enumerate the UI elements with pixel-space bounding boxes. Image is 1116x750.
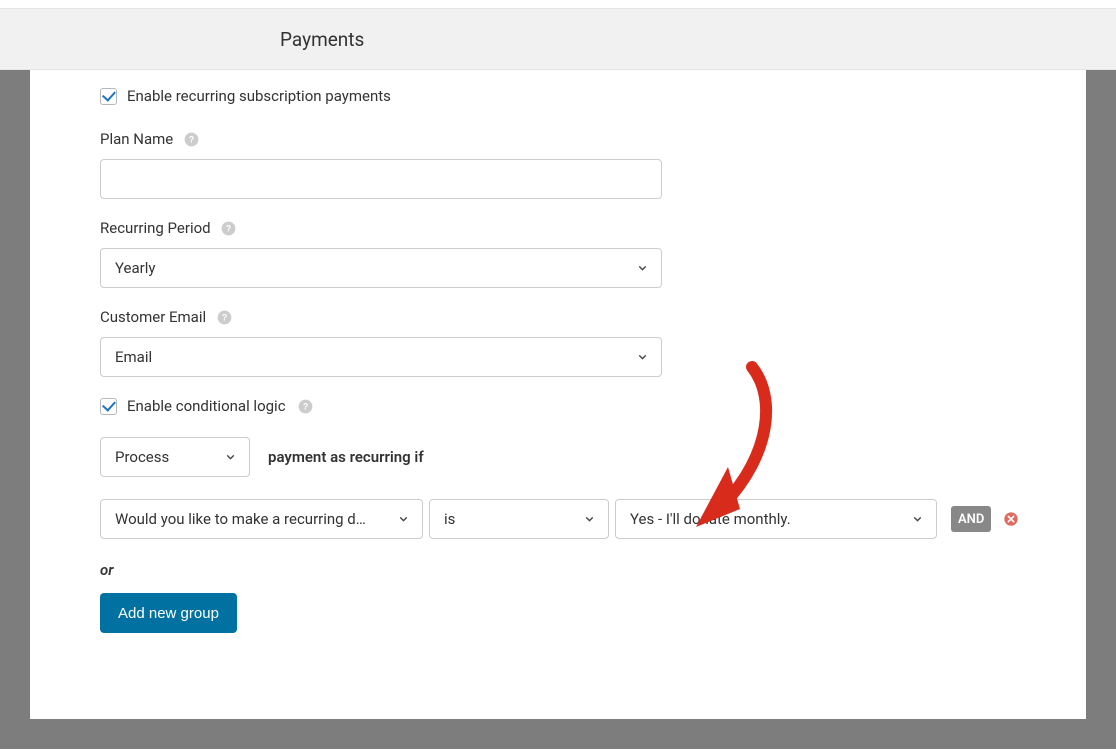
settings-panel: Enable recurring subscription payments P… (30, 69, 1086, 719)
enable-recurring-label: Enable recurring subscription payments (127, 87, 391, 105)
chevron-down-icon (636, 351, 649, 364)
customer-email-label: Customer Email ? (100, 308, 1086, 326)
chevron-down-icon (911, 513, 924, 526)
plan-name-input[interactable] (100, 159, 662, 199)
tab-title: Payments (280, 28, 364, 51)
svg-text:?: ? (303, 401, 308, 411)
chevron-down-icon (636, 262, 649, 275)
logic-action-select[interactable]: Process (100, 437, 250, 477)
enable-recurring-checkbox[interactable] (100, 88, 117, 105)
rule-value-select[interactable]: Yes - I'll donate monthly. (615, 499, 937, 539)
enable-conditional-row: Enable conditional logic ? (100, 397, 1086, 415)
plan-name-label: Plan Name ? (100, 130, 1086, 148)
settings-frame: Enable recurring subscription payments P… (0, 69, 1116, 749)
remove-rule-icon[interactable] (1002, 510, 1020, 528)
recurring-period-select[interactable]: Yearly (100, 248, 662, 288)
enable-conditional-label: Enable conditional logic (127, 397, 286, 415)
logic-sentence: payment as recurring if (268, 448, 424, 466)
enable-recurring-row: Enable recurring subscription payments (100, 87, 1086, 105)
recurring-period-label: Recurring Period ? (100, 219, 1086, 237)
tab-bar: Payments (0, 8, 1116, 70)
enable-conditional-checkbox[interactable] (100, 398, 117, 415)
rule-operator-select[interactable]: is (429, 499, 609, 539)
svg-text:?: ? (221, 312, 226, 322)
help-icon[interactable]: ? (298, 398, 314, 414)
rule-field-select[interactable]: Would you like to make a recurring d… (100, 499, 423, 539)
customer-email-select[interactable]: Email (100, 337, 662, 377)
rule-row: Would you like to make a recurring d… is… (100, 499, 1086, 539)
or-label: or (100, 561, 1086, 579)
add-new-group-button[interactable]: Add new group (100, 593, 237, 633)
svg-text:?: ? (189, 134, 194, 144)
chevron-down-icon (583, 513, 596, 526)
svg-text:?: ? (226, 223, 231, 233)
logic-action-row: Process payment as recurring if (100, 437, 1086, 477)
chevron-down-icon (224, 451, 237, 464)
help-icon[interactable]: ? (183, 131, 199, 147)
help-icon[interactable]: ? (216, 309, 232, 325)
chevron-down-icon (397, 513, 410, 526)
and-button[interactable]: AND (951, 506, 991, 532)
help-icon[interactable]: ? (221, 220, 237, 236)
